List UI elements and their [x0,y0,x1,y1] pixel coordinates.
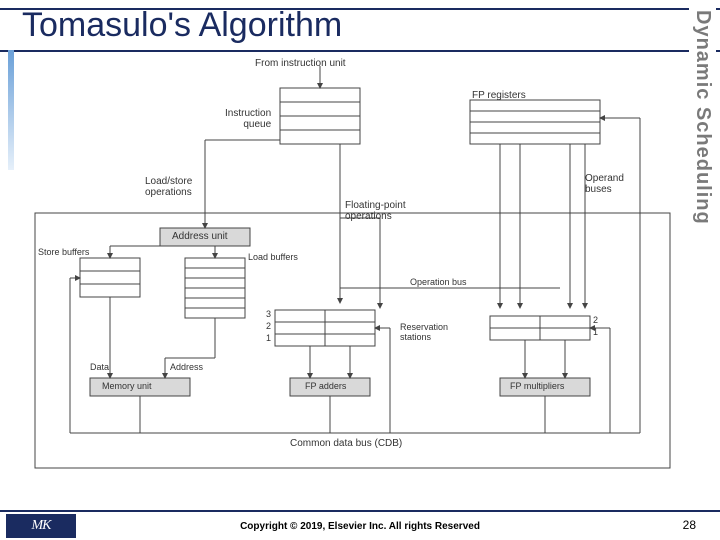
page-number: 28 [683,518,696,532]
lbl-from-instruction-unit: From instruction unit [255,58,346,69]
lbl-operation-bus: Operation bus [410,278,467,288]
lbl-fp-adders: FP adders [305,382,346,392]
lbl-data: Data [90,363,109,373]
lbl-rs2: 2 [266,322,271,332]
lbl-rsr1: 1 [593,328,598,338]
lbl-reservation-stations: Reservationstations [400,323,448,343]
lbl-load-buffers: Load buffers [248,253,298,263]
lbl-memory-unit: Memory unit [102,382,152,392]
lbl-fp-registers: FP registers [472,90,526,101]
diagram-svg [30,58,680,478]
lbl-cdb: Common data bus (CDB) [290,438,402,449]
lbl-rsr2: 2 [593,316,598,326]
copyright-text: Copyright © 2019, Elsevier Inc. All righ… [0,521,720,532]
lbl-address: Address [170,363,203,373]
accent-bar [8,50,14,170]
lbl-address-unit: Address unit [172,231,228,242]
lbl-instruction-queue: Instructionqueue [225,108,271,130]
lbl-load-store-ops: Load/storeoperations [145,176,192,198]
lbl-fp-multipliers: FP multipliers [510,382,564,392]
slide: Tomasulo's Algorithm Dynamic Scheduling [0,0,720,540]
lbl-fp-ops: Floating-pointoperations [345,200,406,222]
lbl-rs3: 3 [266,310,271,320]
lbl-operand-buses: Operandbuses [585,173,624,195]
tomasulo-diagram: From instruction unit Instructionqueue F… [30,58,680,478]
sidebar-label: Dynamic Scheduling [689,8,716,227]
lbl-rs1: 1 [266,334,271,344]
slide-title: Tomasulo's Algorithm [22,6,342,45]
lbl-store-buffers: Store buffers [38,248,89,258]
